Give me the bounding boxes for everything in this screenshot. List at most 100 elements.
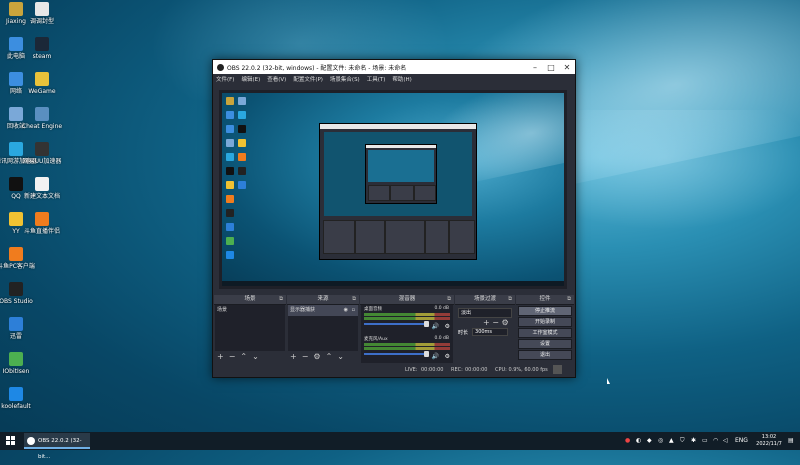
scenes-list[interactable]: 场景	[215, 305, 285, 351]
obs-window[interactable]: OBS 22.0.2 (32-bit, windows) - 配置文件: 未命名…	[212, 59, 576, 378]
add-icon[interactable]: +	[290, 352, 297, 361]
mixer-channel-desktop: 桌面音频 0.0 dB 🔊 ⚙	[361, 305, 453, 335]
properties-gear-icon[interactable]: ⚙	[313, 352, 320, 361]
start-recording-button[interactable]: 开始录制	[518, 317, 572, 327]
dock-float-icon[interactable]: ⧉	[447, 295, 451, 304]
tray-app-icon[interactable]: ●	[625, 437, 630, 444]
desktop-icon[interactable]: 斗鱼PC客户端	[0, 247, 38, 270]
desktop-icon[interactable]: 调调封型	[20, 2, 64, 25]
mixer-channels: 桌面音频 0.0 dB 🔊 ⚙ 麦克风/Aux 0.0 dB 🔊 ⚙	[361, 305, 453, 369]
tray-language[interactable]: ENG	[735, 437, 748, 444]
eye-icon[interactable]: ◉	[344, 307, 348, 314]
volume-slider[interactable]	[364, 351, 429, 357]
tray-network-app-icon[interactable]: ◆	[647, 437, 652, 444]
dock-float-icon[interactable]: ⧉	[508, 295, 512, 304]
desktop-icon-label: steam	[32, 53, 52, 60]
menu-scene-collection[interactable]: 场景集合(S)	[330, 75, 360, 83]
tray-wegame-icon[interactable]: ▲	[669, 437, 674, 444]
desktop-icon[interactable]: 新建文本文档	[20, 177, 64, 200]
speaker-icon[interactable]: 🔊	[432, 353, 439, 360]
dock-float-icon[interactable]: ⧉	[279, 295, 283, 304]
tray-steam-icon[interactable]: ◎	[658, 437, 663, 444]
channel-db: 0.0 dB	[434, 306, 449, 311]
add-icon[interactable]: +	[483, 318, 490, 327]
app-icon	[35, 37, 49, 51]
source-item[interactable]: 显示器捕获 ◉ ▫	[288, 305, 358, 316]
move-down-icon[interactable]: ⌄	[337, 352, 344, 361]
duration-input[interactable]: 300ms	[472, 328, 509, 336]
preview-desktop-icon	[226, 167, 234, 175]
menu-view[interactable]: 查看(V)	[267, 75, 286, 83]
app-icon	[35, 177, 49, 191]
live-label: LIVE:	[405, 367, 418, 373]
gear-icon[interactable]: ⚙	[445, 353, 450, 360]
remove-icon[interactable]: −	[492, 318, 499, 327]
minimize-icon[interactable]: –	[527, 63, 543, 72]
remove-icon[interactable]: −	[229, 352, 236, 361]
nested-titlebar	[320, 124, 476, 129]
desktop-icon[interactable]: Cheat Engine	[20, 107, 64, 130]
mixer-dock-title: 混音器	[398, 296, 416, 302]
windows-start-icon[interactable]	[6, 436, 16, 446]
sources-dock-title: 来源	[317, 296, 329, 302]
desktop-icon[interactable]: 斗鱼直播伴侣	[20, 212, 64, 235]
dock-float-icon[interactable]: ⧉	[352, 295, 356, 304]
volume-slider-handle[interactable]	[424, 321, 429, 327]
taskbar-clock[interactable]: 13:02 2022/11/7	[751, 434, 787, 448]
close-icon[interactable]: ✕	[559, 63, 575, 72]
add-icon[interactable]: +	[217, 352, 224, 361]
settings-button[interactable]: 设置	[518, 339, 572, 349]
volume-slider-handle[interactable]	[424, 351, 429, 357]
desktop-icon-label: OBS Studio	[0, 298, 33, 305]
studio-mode-button[interactable]: 工作室模式	[518, 328, 572, 338]
exit-button[interactable]: 退出	[518, 350, 572, 360]
desktop-icon[interactable]: koolefault	[0, 387, 38, 410]
taskbar-obs-app[interactable]: OBS 22.0.2 (32-bit...	[24, 433, 90, 460]
obs-titlebar[interactable]: OBS 22.0.2 (32-bit, windows) - 配置文件: 未命名…	[213, 60, 575, 74]
menu-edit[interactable]: 编辑(E)	[241, 75, 260, 83]
menu-help[interactable]: 帮助(H)	[392, 75, 411, 83]
tray-security-icon[interactable]: ◐	[636, 437, 641, 444]
desktop-icon[interactable]: 迅雷	[0, 317, 38, 340]
maximize-icon[interactable]: □	[543, 63, 559, 72]
tray-bluetooth-icon[interactable]: ✱	[691, 437, 696, 444]
preview-desktop-icon	[238, 139, 246, 147]
stop-streaming-button[interactable]: 停止推流	[518, 306, 572, 316]
menu-file[interactable]: 文件(F)	[216, 75, 234, 83]
live-time: 00:00:00	[421, 367, 444, 373]
menu-tools[interactable]: 工具(T)	[367, 75, 386, 83]
transition-toolbar: + − ⚙	[455, 318, 515, 328]
move-down-icon[interactable]: ⌄	[252, 352, 259, 361]
scene-item[interactable]: 场景	[215, 305, 285, 316]
cpu-fps: CPU: 0.9%, 60.00 fps	[495, 367, 548, 373]
scenes-toolbar: + − ⌃ ⌄	[214, 351, 286, 361]
volume-slider[interactable]	[364, 321, 429, 327]
transition-select[interactable]: 淡出	[458, 308, 512, 318]
desktop-icon[interactable]: IObitIsen	[0, 352, 38, 375]
move-up-icon[interactable]: ⌃	[326, 352, 333, 361]
lock-icon[interactable]: ▫	[352, 307, 355, 314]
sources-list[interactable]: 显示器捕获 ◉ ▫	[288, 305, 358, 351]
dock-float-icon[interactable]: ⧉	[567, 295, 571, 304]
gear-icon[interactable]: ⚙	[502, 318, 509, 327]
gear-icon[interactable]: ⚙	[445, 323, 450, 330]
tray-volume-icon[interactable]: ◁	[723, 437, 728, 444]
desktop-icon-label: koolefault	[1, 403, 31, 410]
remove-icon[interactable]: −	[302, 352, 309, 361]
tray-shield-icon[interactable]: ⛉	[680, 437, 685, 445]
preview-desktop-icon	[238, 125, 246, 133]
desktop-icon[interactable]: steam	[20, 37, 64, 60]
notification-icon[interactable]: ▤	[788, 437, 794, 444]
preview-desktop-icon	[226, 237, 234, 245]
tray-wifi-icon[interactable]: ◠	[713, 437, 718, 444]
desktop-icon[interactable]: 网易UU加速器	[20, 142, 64, 165]
desktop-icon[interactable]: WeGame	[20, 72, 64, 95]
tray-display-icon[interactable]: ▭	[702, 437, 708, 444]
speaker-icon[interactable]: 🔊	[432, 323, 439, 330]
menu-profile[interactable]: 配置文件(P)	[293, 75, 323, 83]
nested-scenes-dock	[323, 220, 355, 254]
obs-preview[interactable]	[219, 90, 567, 289]
desktop-icon[interactable]: OBS Studio	[0, 282, 38, 305]
app-icon	[35, 142, 49, 156]
move-up-icon[interactable]: ⌃	[240, 352, 247, 361]
